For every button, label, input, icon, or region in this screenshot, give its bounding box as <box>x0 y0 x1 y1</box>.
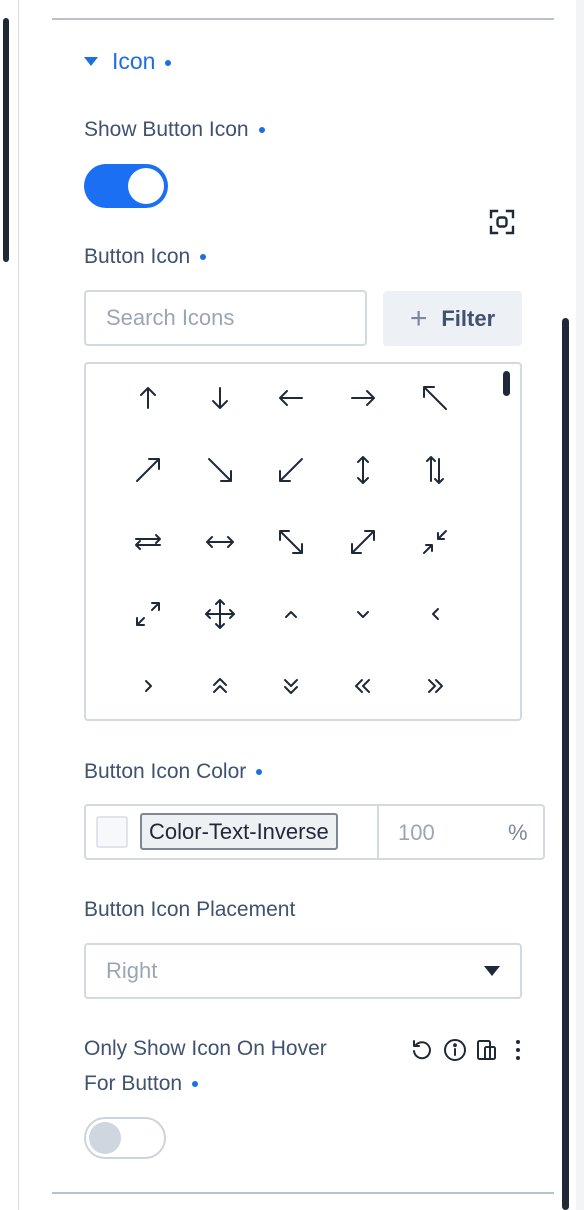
icon-color-label: Button Icon Color <box>84 760 247 783</box>
percent-unit: % <box>508 820 528 845</box>
placement-label: Button Icon Placement <box>84 898 296 921</box>
arrow-down-icon[interactable] <box>194 372 246 424</box>
chevrons-down-icon[interactable] <box>265 660 317 712</box>
color-token-chip[interactable]: Color-Text-Inverse <box>140 813 338 850</box>
chevrons-right-icon[interactable] <box>409 660 461 712</box>
chevron-down-icon[interactable] <box>337 588 389 640</box>
section-divider-top <box>52 18 554 20</box>
more-vertical-icon[interactable] <box>505 1037 531 1063</box>
outer-scrollbar[interactable] <box>3 18 9 262</box>
color-swatch[interactable] <box>96 816 128 848</box>
info-icon[interactable] <box>442 1037 468 1063</box>
caret-down-icon <box>484 966 500 976</box>
arrow-up-right-icon[interactable] <box>122 444 174 496</box>
arrow-down-left-icon[interactable] <box>265 444 317 496</box>
show-icon-label-wrap: Show Button Icon <box>84 118 265 142</box>
reset-icon[interactable] <box>409 1037 435 1063</box>
chevrons-up-icon[interactable] <box>194 660 246 712</box>
chevron-right-icon[interactable] <box>122 660 174 712</box>
icon-color-label-wrap: Button Icon Color <box>84 760 263 784</box>
toggle-knob <box>89 1122 121 1154</box>
arrow-expand-diagonal-icon[interactable] <box>265 516 317 568</box>
modified-dot-icon <box>165 59 172 66</box>
modified-dot-icon <box>200 254 207 261</box>
arrow-left-right-icon[interactable] <box>194 516 246 568</box>
chevron-up-icon[interactable] <box>265 588 317 640</box>
hover-only-toggle[interactable] <box>84 1117 166 1159</box>
responsive-icon[interactable] <box>474 1037 500 1063</box>
chevrons-left-icon[interactable] <box>337 660 389 712</box>
chevron-left-icon[interactable] <box>409 588 461 640</box>
arrow-left-icon[interactable] <box>265 372 317 424</box>
arrows-maximize-icon[interactable] <box>122 588 174 640</box>
arrows-up-down-icon[interactable] <box>409 444 461 496</box>
arrow-down-right-icon[interactable] <box>194 444 246 496</box>
hover-only-label-line2: For Button <box>84 1072 183 1095</box>
placement-value: Right <box>106 958 158 983</box>
show-icon-label: Show Button Icon <box>84 118 249 141</box>
arrow-up-icon[interactable] <box>122 372 174 424</box>
toggle-knob <box>128 168 164 204</box>
icon-settings-panel: Icon Show Button Icon Button Icon + Filt… <box>0 0 584 1210</box>
arrow-up-left-icon[interactable] <box>409 372 461 424</box>
placement-select[interactable]: Right <box>84 943 522 999</box>
modified-dot-icon <box>258 127 265 134</box>
panel-scrollbar[interactable] <box>562 318 569 1210</box>
opacity-input[interactable]: 100 <box>398 820 435 846</box>
arrows-left-right-icon[interactable] <box>122 516 174 568</box>
caret-down-icon <box>84 57 98 66</box>
modified-dot-icon <box>256 769 263 776</box>
focus-frame-icon[interactable] <box>488 208 516 236</box>
arrow-collapse-diagonal-icon[interactable] <box>409 516 461 568</box>
button-icon-label-wrap: Button Icon <box>84 245 207 269</box>
section-divider-bottom <box>52 1192 554 1194</box>
panel-border <box>18 0 19 1210</box>
filter-button[interactable]: + Filter <box>383 291 522 346</box>
hover-only-label-line1: Only Show Icon On Hover <box>84 1037 327 1060</box>
section-toggle-icon[interactable]: Icon <box>84 48 172 75</box>
section-title: Icon <box>112 48 156 74</box>
arrow-expand-diagonal-2-icon[interactable] <box>337 516 389 568</box>
icon-search-input[interactable] <box>84 290 367 346</box>
filter-label: Filter <box>441 305 496 331</box>
button-icon-label: Button Icon <box>84 245 191 268</box>
icon-grid-scrollbar[interactable] <box>503 371 510 396</box>
modified-dot-icon <box>192 1081 199 1088</box>
arrow-right-icon[interactable] <box>337 372 389 424</box>
hover-only-label-wrap: For Button <box>84 1072 199 1096</box>
arrow-up-down-icon[interactable] <box>337 444 389 496</box>
plus-icon: + <box>409 301 428 335</box>
field-divider <box>377 806 379 858</box>
canvas-edge <box>576 0 584 1210</box>
arrows-move-icon[interactable] <box>194 588 246 640</box>
show-icon-toggle[interactable] <box>84 164 168 208</box>
